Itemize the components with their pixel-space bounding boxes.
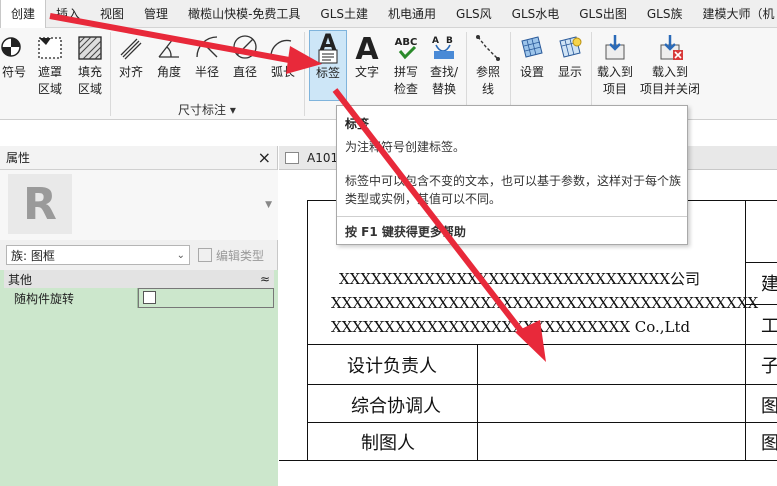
load-into-project-button[interactable]: 载入到 项目 [594,30,636,102]
properties-header: 属性 × [0,146,277,170]
company-name-placeholder: XXXXXXXXXXXXXXXXXXXXXXXXXXXXXXXXXXXXXXXX [331,294,759,312]
filled-region-icon [74,30,106,64]
label-tooltip: 标签 为注释符号创建标签。 标签中可以包含不变的文本，也可以基于参数，这样对于每… [336,105,688,245]
tab-manage[interactable]: 管理 [134,0,178,28]
grid-settings-icon [516,30,548,64]
property-row-rotate-with-component: 随构件旋转 [4,288,274,308]
symbol-icon [0,30,30,64]
collapse-icon: ≈ [259,272,270,286]
tab-view[interactable]: 视图 [90,0,134,28]
tab-modeling-master[interactable]: 建模大师（机 [692,0,777,28]
tab-gls-hvac[interactable]: GLS风 [446,0,502,28]
spell-check-icon: ABC [390,30,422,64]
tab-gls-drawing[interactable]: GLS出图 [569,0,637,28]
tooltip-help: 按 F1 键获得更多帮助 [345,225,466,239]
company-name-cn: XXXXXXXXXXXXXXXXXXXXXXXXXXXXXXX公司 [339,270,701,288]
load-and-close-icon [654,30,686,64]
family-select[interactable]: 族: 图框 ⌄ [6,245,190,265]
revit-logo: R [8,174,72,234]
drafter-label: 制图人 [361,433,415,454]
filled-region-button[interactable]: 填充 区域 [72,30,108,102]
dimension-group-label[interactable]: 尺寸标注 ▾ [178,101,236,118]
find-replace-icon: AB [428,30,460,64]
mask-region-button[interactable]: 遮罩 区域 [32,30,68,102]
work-plane-settings-button[interactable]: 设置 [514,30,550,102]
tab-gls-family[interactable]: GLS族 [637,0,693,28]
mask-region-icon [34,30,66,64]
tab-mep-general[interactable]: 机电通用 [378,0,446,28]
text-icon: A [351,30,383,64]
family-row: 族: 图框 ⌄ 编辑类型 [6,244,272,266]
tooltip-description: 为注释符号创建标签。 [345,140,466,154]
coordinator-label: 综合协调人 [351,396,441,417]
reference-line-button[interactable]: 参照 线 [470,30,506,102]
spell-check-button[interactable]: ABC 拼写 检查 [388,30,424,102]
arc-length-icon [267,30,299,64]
rotate-with-component-checkbox[interactable] [143,291,156,304]
show-work-plane-button[interactable]: 显示 [552,30,588,102]
label-icon: A [312,31,344,65]
aligned-dimension-icon [115,30,147,64]
company-name-en: XXXXXXXXXXXXXXXXXXXXXXXXXXXX Co.,Ltd [331,318,691,336]
label-button[interactable]: A 标签 [309,30,347,101]
tab-gls-plumbing[interactable]: GLS水电 [502,0,570,28]
text-button[interactable]: A 文字 [350,30,384,102]
find-replace-button[interactable]: AB 查找/ 替换 [426,30,462,102]
angular-dimension-button[interactable]: 角度 [152,30,186,102]
sheet-icon [285,151,299,164]
tab-insert[interactable]: 插入 [46,0,90,28]
section-other[interactable]: 其他 ≈ [4,270,274,288]
tab-gls-civil[interactable]: GLS土建 [310,0,378,28]
load-into-project-and-close-button[interactable]: 载入到 项目并关闭 [638,30,702,102]
chevron-down-icon: ⌄ [176,249,185,261]
load-into-project-icon [599,30,631,64]
svg-text:B: B [446,36,453,46]
diameter-dimension-icon [229,30,261,64]
show-grid-icon [554,30,586,64]
type-preview: R ▼ [0,170,278,240]
symbol-button[interactable]: 符号 [0,30,28,102]
svg-text:A: A [432,36,439,46]
properties-grid: 其他 ≈ 随构件旋转 [0,270,278,486]
properties-panel: 属性 × R ▼ 族: 图框 ⌄ 编辑类型 其他 ≈ 随构件旋转 [0,146,278,486]
design-lead-label: 设计负责人 [347,356,437,377]
tab-glsbim-free[interactable]: 橄榄山快模-免费工具 [178,0,310,28]
chevron-down-icon[interactable]: ▼ [265,200,272,210]
radial-dimension-icon [191,30,223,64]
tooltip-body: 标签中可以包含不变的文本，也可以基于参数，这样对于每个族类型或实例，其值可以不同… [345,174,682,206]
svg-text:A: A [355,32,379,63]
tab-create[interactable]: 创建 [0,0,47,28]
radial-dimension-button[interactable]: 半径 [190,30,224,102]
edit-type-button[interactable]: 编辑类型 [198,247,264,264]
aligned-dimension-button[interactable]: 对齐 [114,30,148,102]
angular-dimension-icon [153,30,185,64]
menu-bar: 创建 插入 视图 管理 橄榄山快模-免费工具 GLS土建 机电通用 GLS风 G… [0,0,777,28]
properties-title: 属性 [6,151,31,165]
close-icon[interactable]: × [258,148,271,167]
tooltip-title: 标签 [345,117,370,131]
arc-length-button[interactable]: 弧长 [266,30,300,102]
edit-type-icon [198,248,212,262]
reference-line-icon [472,30,504,64]
diameter-dimension-button[interactable]: 直径 [228,30,262,102]
